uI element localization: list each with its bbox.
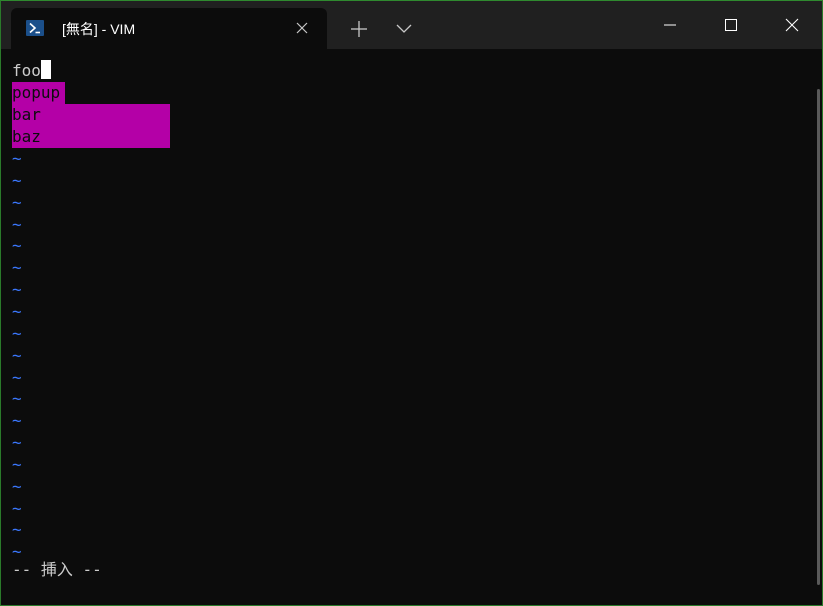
- empty-line-tilde: ~: [12, 323, 22, 343]
- chevron-down-icon[interactable]: [395, 21, 413, 37]
- empty-line-tilde: ~: [12, 389, 22, 409]
- close-window-button[interactable]: [764, 1, 822, 49]
- empty-line-tilde: ~: [12, 433, 22, 453]
- current-line-text: foo: [12, 61, 41, 80]
- close-icon: [785, 18, 799, 32]
- popup-item[interactable]: baz: [12, 126, 170, 148]
- empty-line-tilde: ~: [12, 520, 22, 540]
- popup-item[interactable]: bar: [12, 104, 170, 126]
- maximize-icon: [725, 19, 737, 31]
- empty-line-tilde: ~: [12, 454, 22, 474]
- empty-line-tilde: ~: [12, 476, 22, 496]
- popup-item[interactable]: popup: [12, 82, 65, 104]
- empty-line-tilde: ~: [12, 345, 22, 365]
- empty-line-tilde: ~: [12, 258, 22, 278]
- empty-line-tilde: ~: [12, 498, 22, 518]
- current-line[interactable]: foo: [12, 60, 51, 82]
- empty-line-tilde: ~: [12, 301, 22, 321]
- tab-title: [無名] - VIM: [62, 21, 136, 37]
- empty-line-tilde: ~: [12, 149, 22, 168]
- vim-editor[interactable]: foo popup bar baz ~ ~ ~ ~ ~ ~ ~ ~ ~ ~ ~ ~ ~ ~ ~ ~ ~ ~ ~ --…: [1, 49, 822, 605]
- maximize-button[interactable]: [703, 1, 761, 49]
- empty-line-tilde: ~: [12, 236, 22, 256]
- minimize-button[interactable]: [642, 1, 700, 49]
- empty-line-tilde: ~: [12, 214, 22, 234]
- empty-line-tilde: ~: [12, 192, 22, 212]
- title-bar[interactable]: [無名] - VIM: [1, 1, 822, 49]
- text-cursor: [40, 60, 51, 79]
- empty-line-tilde: ~: [12, 367, 22, 387]
- empty-line-tilde: ~: [12, 411, 22, 431]
- tab-vim[interactable]: [無名] - VIM: [11, 8, 327, 49]
- terminal-window: [無名] - VIM foo popup bar baz ~ ~ ~ ~ ~ ~…: [0, 0, 823, 606]
- empty-line-tilde: ~: [12, 280, 22, 300]
- powershell-icon: [26, 20, 44, 36]
- minimize-icon: [664, 24, 676, 26]
- mode-indicator: -- 挿入 --: [12, 560, 102, 579]
- scrollbar[interactable]: [817, 89, 820, 585]
- completion-popup[interactable]: popup bar baz: [12, 82, 170, 148]
- close-icon[interactable]: [295, 21, 309, 35]
- empty-line-tilde: ~: [12, 170, 22, 190]
- plus-icon[interactable]: [349, 19, 369, 39]
